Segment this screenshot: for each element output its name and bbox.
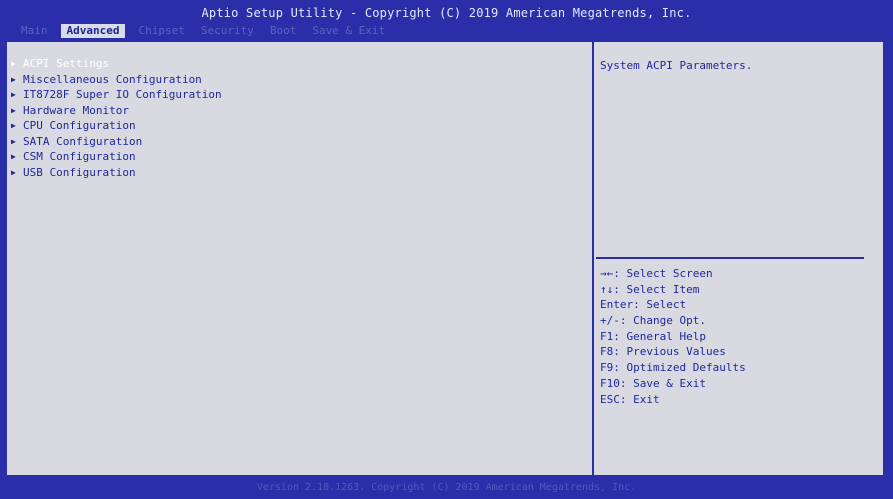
- key-select-item: ↑↓: Select Item: [600, 282, 700, 296]
- bios-screen: Aptio Setup Utility - Copyright (C) 2019…: [0, 0, 893, 499]
- menu-item-miscellaneous-configuration[interactable]: ▶ Miscellaneous Configuration: [11, 72, 222, 88]
- tab-save-exit[interactable]: Save & Exit: [309, 24, 388, 38]
- main-panel: ▶ ACPI Settings ▶ Miscellaneous Configur…: [5, 40, 885, 477]
- help-pane: System ACPI Parameters. →←: Select Scree…: [594, 42, 883, 475]
- menu-item-label: Hardware Monitor: [23, 103, 129, 117]
- tab-chipset[interactable]: Chipset: [135, 24, 187, 38]
- key-legend: →←: Select Screen ↑↓: Select Item Enter:…: [600, 266, 746, 407]
- submenu-arrow-icon: ▶: [11, 121, 16, 130]
- tab-boot[interactable]: Boot: [267, 24, 300, 38]
- key-save-exit: F10: Save & Exit: [600, 376, 706, 390]
- menu-pane: ▶ ACPI Settings ▶ Miscellaneous Configur…: [7, 42, 594, 475]
- menu-item-csm-configuration[interactable]: ▶ CSM Configuration: [11, 149, 222, 165]
- key-change-opt: +/-: Change Opt.: [600, 314, 706, 328]
- advanced-menu: ▶ ACPI Settings ▶ Miscellaneous Configur…: [11, 56, 222, 180]
- menu-item-usb-configuration[interactable]: ▶ USB Configuration: [11, 165, 222, 181]
- menu-item-label: CSM Configuration: [23, 150, 136, 163]
- tab-advanced[interactable]: Advanced: [60, 24, 126, 38]
- submenu-arrow-icon: ▶: [11, 152, 16, 161]
- menu-item-label: SATA Configuration: [23, 134, 143, 148]
- submenu-arrow-icon: ▶: [11, 136, 16, 146]
- tab-security[interactable]: Security: [198, 24, 257, 38]
- menu-item-acpi-settings[interactable]: ▶ ACPI Settings: [11, 56, 222, 72]
- key-optimized-defaults: F9: Optimized Defaults: [600, 361, 746, 375]
- menu-item-label: IT8728F Super IO Configuration: [23, 88, 222, 101]
- version-footer: Version 2.18.1263. Copyright (C) 2019 Am…: [256, 482, 637, 493]
- bios-title: Aptio Setup Utility - Copyright (C) 2019…: [201, 6, 692, 20]
- submenu-arrow-icon: ▶: [11, 105, 16, 115]
- key-previous-values: F8: Previous Values: [600, 345, 726, 359]
- tab-main[interactable]: Main: [18, 24, 51, 38]
- submenu-arrow-icon: ▶: [11, 167, 16, 177]
- submenu-arrow-icon: ▶: [11, 74, 16, 84]
- submenu-arrow-icon: ▶: [11, 59, 16, 68]
- submenu-arrow-icon: ▶: [11, 90, 16, 99]
- menu-item-cpu-configuration[interactable]: ▶ CPU Configuration: [11, 118, 222, 134]
- key-esc-exit: ESC: Exit: [600, 392, 660, 406]
- menu-item-label: ACPI Settings: [23, 57, 110, 70]
- help-divider: [596, 257, 864, 259]
- menu-item-label: CPU Configuration: [23, 119, 136, 132]
- key-general-help: F1: General Help: [600, 329, 706, 343]
- menu-item-hardware-monitor[interactable]: ▶ Hardware Monitor: [11, 103, 222, 119]
- menu-item-label: USB Configuration: [23, 165, 136, 179]
- key-select-screen: →←: Select Screen: [600, 267, 713, 280]
- item-help-text: System ACPI Parameters.: [600, 59, 753, 72]
- tab-bar: Main Advanced Chipset Security Boot Save…: [18, 24, 388, 38]
- menu-item-super-io-configuration[interactable]: ▶ IT8728F Super IO Configuration: [11, 87, 222, 103]
- menu-item-label: Miscellaneous Configuration: [23, 72, 202, 86]
- key-enter-select: Enter: Select: [600, 298, 687, 312]
- menu-item-sata-configuration[interactable]: ▶ SATA Configuration: [11, 134, 222, 150]
